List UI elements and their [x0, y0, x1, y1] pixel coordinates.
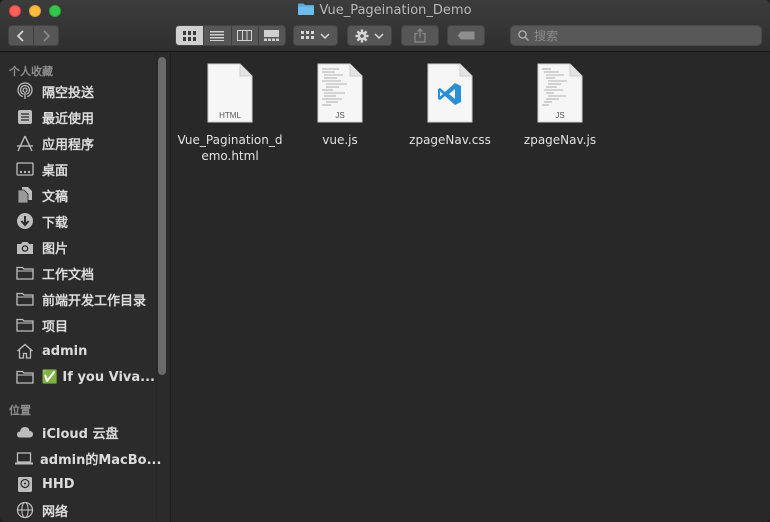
- network-icon: [15, 501, 35, 519]
- documents-icon: [15, 186, 35, 204]
- chevron-right-icon: [43, 29, 51, 42]
- sidebar-item-label: 桌面: [42, 163, 69, 179]
- sidebar-item-label: 隔空投送: [42, 85, 95, 101]
- applications-icon: [15, 134, 35, 152]
- columns-icon: [237, 30, 253, 41]
- gallery-icon: [264, 30, 280, 41]
- sidebar-item-label: admin的MacBo...: [40, 452, 162, 468]
- sidebar-item-recents[interactable]: 最近使用: [15, 106, 155, 128]
- file-item[interactable]: HTML Vue_Pagination_demo.html: [175, 63, 285, 164]
- back-forward-group: [8, 25, 59, 46]
- sidebar-item-admin[interactable]: admin: [15, 340, 155, 362]
- share-button[interactable]: [401, 25, 439, 46]
- sidebar-item-network[interactable]: 网络: [15, 499, 155, 521]
- sidebar-item-label: 下载: [42, 215, 69, 231]
- sidebar-item-label: ✅ If you Viva...: [41, 369, 155, 385]
- icon-view-button[interactable]: [176, 26, 204, 45]
- window-title-text: Vue_Pageination_Demo: [319, 3, 472, 18]
- sidebar-item-label: 网络: [42, 504, 69, 520]
- laptop-icon: [15, 449, 33, 467]
- window-title: Vue_Pageination_Demo: [0, 2, 770, 20]
- gallery-view-button[interactable]: [257, 26, 285, 45]
- sidebar: 个人收藏 隔空投送 最近使用 应用程序 桌面 文稿 下载 图片 工作文档 前端开…: [0, 53, 171, 522]
- sidebar-item-airdrop[interactable]: 隔空投送: [15, 80, 155, 102]
- sidebar-item-documents[interactable]: 文稿: [15, 184, 155, 206]
- sidebar-item-label: HHD: [42, 476, 75, 492]
- sidebar-item-label: 项目: [42, 319, 69, 335]
- view-mode-group: [175, 25, 286, 46]
- sidebar-item-label: 文稿: [42, 189, 69, 205]
- downloads-icon: [15, 212, 35, 230]
- share-icon: [414, 28, 426, 43]
- list-view-button[interactable]: [203, 26, 230, 45]
- sidebar-item-viva[interactable]: ✅ If you Viva...: [15, 366, 155, 388]
- sidebar-item-label: 最近使用: [42, 111, 95, 127]
- html-file-icon: HTML: [207, 63, 253, 123]
- sidebar-item-label: admin: [42, 343, 88, 359]
- column-view-button[interactable]: [230, 26, 258, 45]
- finder-window: Vue_Pageination_Demo 搜索 个人收藏 隔空投送 最近使用 应…: [0, 0, 770, 522]
- sidebar-item-frontend-dir[interactable]: 前端开发工作目录: [15, 288, 155, 310]
- sidebar-item-label: 工作文档: [42, 267, 95, 283]
- disk-icon: [15, 475, 35, 493]
- favorites-section-title: 个人收藏: [9, 65, 53, 78]
- forward-button[interactable]: [33, 26, 58, 45]
- desktop-icon: [15, 160, 35, 178]
- sidebar-item-applications[interactable]: 应用程序: [15, 132, 155, 154]
- folder-icon: [15, 264, 35, 282]
- folder-icon: [15, 316, 35, 334]
- file-name: Vue_Pagination_demo.html: [177, 133, 283, 163]
- sidebar-item-pictures[interactable]: 图片: [15, 236, 155, 258]
- file-name: zpageNav.js: [523, 133, 597, 147]
- js-file-icon: JS: [317, 63, 363, 123]
- folder-icon: [298, 3, 315, 15]
- sidebar-item-label: iCloud 云盘: [42, 426, 119, 442]
- sidebar-scrollbar[interactable]: [158, 57, 166, 375]
- home-icon: [15, 342, 35, 360]
- search-input[interactable]: [534, 28, 754, 43]
- file-name: vue.js: [322, 133, 358, 147]
- file-name: zpageNav.css: [409, 133, 491, 147]
- list-icon: [210, 30, 225, 41]
- icloud-icon: [15, 423, 35, 441]
- tags-button[interactable]: [447, 25, 485, 46]
- file-badge: HTML: [219, 111, 241, 120]
- gear-icon: [355, 29, 384, 42]
- sidebar-item-label: 应用程序: [42, 137, 95, 153]
- tag-icon: [457, 31, 475, 40]
- sidebar-item-icloud[interactable]: iCloud 云盘: [15, 421, 155, 443]
- sidebar-item-projects[interactable]: 项目: [15, 314, 155, 336]
- action-menu-button[interactable]: [347, 25, 392, 46]
- arrange-button[interactable]: [293, 25, 338, 46]
- file-badge: JS: [555, 111, 564, 120]
- file-item[interactable]: JS vue.js: [285, 63, 395, 148]
- search-field[interactable]: [510, 25, 762, 46]
- folder-icon: [15, 368, 35, 386]
- grid-icon: [182, 30, 196, 41]
- file-browser: HTML Vue_Pagination_demo.html JS vue.js: [172, 53, 770, 522]
- sidebar-item-label: 前端开发工作目录: [42, 293, 147, 309]
- vscode-file-icon: [427, 63, 473, 123]
- folder-icon: [15, 290, 35, 308]
- chevron-left-icon: [17, 29, 24, 42]
- sidebar-item-work-docs[interactable]: 工作文档: [15, 262, 155, 284]
- locations-section-title: 位置: [9, 404, 31, 417]
- recents-icon: [15, 108, 35, 126]
- file-item[interactable]: zpageNav.css: [395, 63, 505, 148]
- js-file-icon: JS: [537, 63, 583, 123]
- airdrop-icon: [15, 82, 35, 100]
- back-button[interactable]: [9, 26, 33, 45]
- sidebar-item-desktop[interactable]: 桌面: [15, 158, 155, 180]
- search-icon: [518, 30, 529, 41]
- sidebar-item-downloads[interactable]: 下载: [15, 210, 155, 232]
- sidebar-item-label: 图片: [42, 241, 69, 257]
- pictures-icon: [15, 238, 35, 256]
- sidebar-item-hhd[interactable]: HHD: [15, 473, 155, 495]
- sidebar-item-macbook[interactable]: admin的MacBo...: [15, 447, 161, 469]
- file-item[interactable]: JS zpageNav.js: [505, 63, 615, 148]
- toolbar: Vue_Pageination_Demo: [0, 0, 770, 52]
- file-badge: JS: [335, 111, 344, 120]
- arrange-icon: [300, 30, 330, 39]
